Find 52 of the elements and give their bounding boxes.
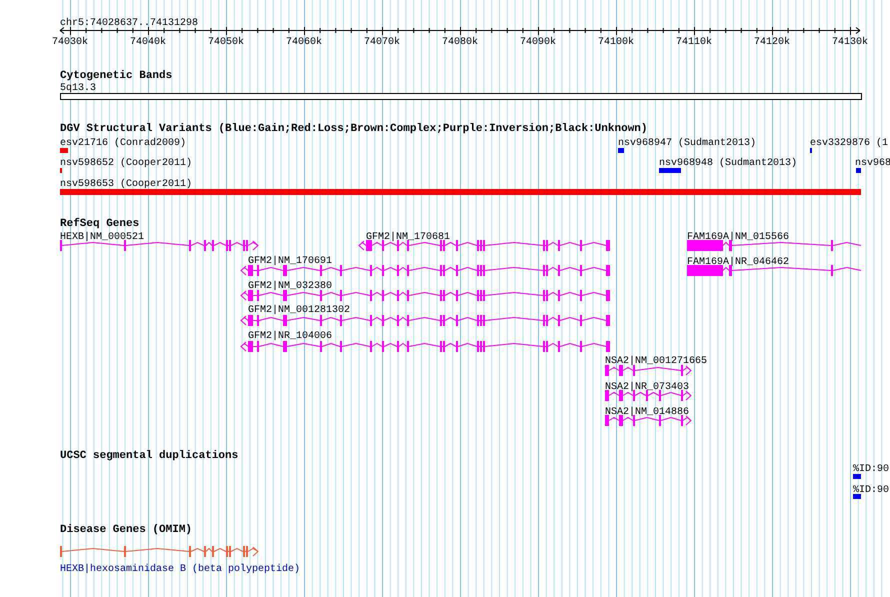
- band-label: 5q13.3: [60, 83, 96, 94]
- tick-label: 74030k: [52, 37, 88, 48]
- gene-label: GFM2|NM_032380: [248, 281, 332, 292]
- track-title: RefSeq Genes: [60, 218, 140, 230]
- track-title: Disease Genes (OMIM): [60, 524, 192, 536]
- variant-label: nsv968948 (Sudmant2013): [659, 158, 798, 169]
- tick-label: 74060k: [286, 37, 322, 48]
- cytoband-bar[interactable]: [60, 93, 862, 100]
- variant-label: esv3329876 (1: [810, 138, 888, 149]
- duplication-label: %ID:90: [853, 464, 890, 475]
- gene-label: NSA2|NM_001271665: [605, 356, 708, 367]
- tick-label: 74080k: [442, 37, 478, 48]
- gene-label: GFM2|NM_170691: [248, 256, 332, 267]
- gene-model-drawing[interactable]: [358, 240, 610, 251]
- gene-label: GFM2|NM_170681: [366, 232, 450, 243]
- track-title: Cytogenetic Bands: [60, 70, 172, 82]
- track-title: DGV Structural Variants (Blue:Gain;Red:Loss;Brown:Complex;Purple:Inversion;Black:Unknown): [60, 123, 648, 135]
- tick-label: 74110k: [676, 37, 712, 48]
- tick-label: 74070k: [364, 37, 400, 48]
- variant-label: nsv968: [855, 158, 890, 169]
- variant-label: esv21716 (Conrad2009): [60, 138, 186, 149]
- tick-label: 74090k: [520, 37, 556, 48]
- gene-model-drawing[interactable]: [687, 240, 862, 251]
- gene-label: HEXB|NM_000521: [60, 232, 144, 243]
- gene-label: HEXB|hexosaminidase B (beta polypeptide): [60, 564, 300, 575]
- region-label: chr5:74028637..74131298: [60, 18, 198, 29]
- track-title: UCSC segmental duplications: [60, 450, 238, 462]
- gene-label: NSA2|NR_073403: [605, 382, 690, 393]
- gene-model-drawing[interactable]: [687, 265, 862, 276]
- gene-label: FAM169A|NR_046462: [687, 257, 790, 268]
- gene-model-drawing[interactable]: [240, 290, 610, 301]
- gene-model-drawing[interactable]: [240, 265, 610, 276]
- variant-label: nsv598652 (Cooper2011): [60, 158, 192, 169]
- tick-label: 74130k: [832, 37, 868, 48]
- gene-model-drawing[interactable]: [60, 546, 259, 557]
- tick-label: 74050k: [208, 37, 244, 48]
- gene-label: NSA2|NM_014886: [605, 407, 690, 418]
- gene-model-drawing[interactable]: [605, 365, 692, 376]
- duplication-label: %ID:90: [853, 485, 890, 496]
- tick-label: 74040k: [130, 37, 166, 48]
- variant-label: nsv968947 (Sudmant2013): [618, 138, 756, 149]
- gene-model-drawing[interactable]: [605, 390, 692, 401]
- gene-model-drawing[interactable]: [605, 415, 692, 426]
- gene-model-drawing[interactable]: [240, 341, 610, 352]
- tick-label: 74120k: [754, 37, 790, 48]
- gene-label: GFM2|NM_001281302: [248, 305, 350, 316]
- gene-label: GFM2|NR_104006: [248, 331, 332, 342]
- gene-label: FAM169A|NM_015566: [687, 232, 790, 243]
- gene-model-drawing[interactable]: [60, 240, 259, 251]
- variant-label: nsv598653 (Cooper2011): [60, 179, 192, 190]
- tick-label: 74100k: [598, 37, 634, 48]
- gene-model-drawing[interactable]: [240, 315, 610, 326]
